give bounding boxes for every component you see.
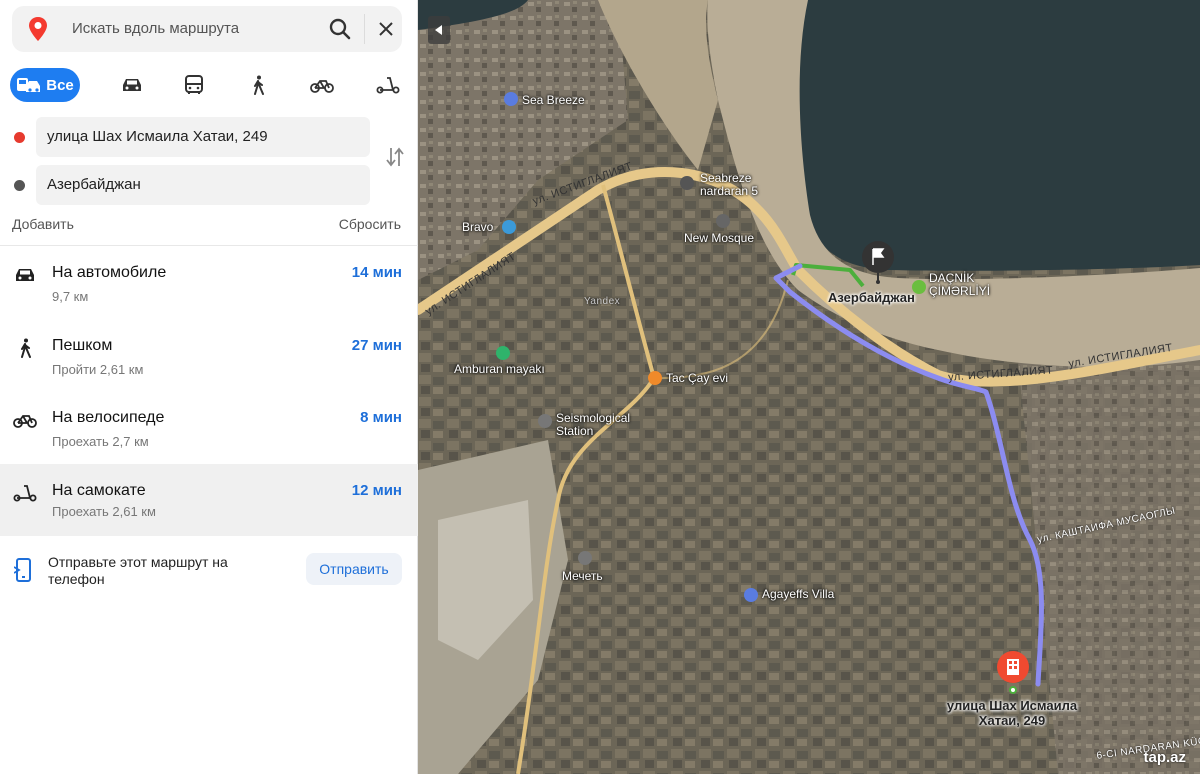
map-watermark-label: Yandex — [584, 296, 621, 307]
add-point-link[interactable]: Добавить — [12, 216, 74, 232]
route-time: 27 мин — [351, 337, 402, 354]
place-label: Agayeffs Villa — [762, 587, 835, 601]
route-time: 8 мин — [360, 409, 402, 426]
search-button[interactable] — [322, 14, 358, 44]
chevron-left-icon — [435, 25, 442, 35]
mode-all-tab[interactable]: Все — [10, 68, 80, 102]
origin-field[interactable]: улица Шах Исмаила Хатаи, 249 — [36, 117, 370, 157]
destination-label: Азербайджан — [828, 290, 915, 305]
mosque-marker-icon[interactable] — [716, 214, 730, 228]
bicycle-icon — [12, 409, 38, 431]
mode-transit-tab[interactable] — [180, 73, 208, 97]
map-pin-icon — [29, 17, 47, 41]
phone-icon — [14, 558, 31, 582]
route-panel: Искать вдоль маршрута Все улица Шах Исма… — [0, 0, 418, 774]
route-time: 14 мин — [351, 264, 402, 281]
route-name: Пешком — [52, 337, 113, 354]
mode-scooter-tab[interactable] — [374, 73, 402, 97]
close-button[interactable] — [370, 14, 402, 44]
origin-label: улица Шах Исмаила Хатаи, 249 — [946, 698, 1078, 728]
search-input[interactable]: Искать вдоль маршрута — [72, 20, 239, 37]
scooter-icon — [12, 482, 38, 504]
hotel-marker-icon[interactable] — [744, 588, 758, 602]
place-label: Мечеть — [562, 569, 603, 583]
building-marker-icon[interactable] — [538, 414, 552, 428]
lighthouse-marker-icon[interactable] — [496, 346, 510, 360]
destination-flag-icon[interactable] — [861, 240, 895, 284]
send-to-phone-text: Отправьте этот маршрут на телефон — [48, 554, 228, 587]
origin-dot — [14, 132, 25, 143]
mode-car-tab[interactable] — [118, 73, 146, 97]
mode-walk-tab[interactable] — [244, 73, 272, 97]
collapse-panel-button[interactable] — [428, 16, 450, 44]
scooter-icon — [376, 77, 400, 94]
mode-bicycle-tab[interactable] — [308, 73, 336, 97]
route-time: 12 мин — [351, 482, 402, 499]
mosque-marker-icon[interactable] — [578, 551, 592, 565]
building-marker-icon[interactable] — [680, 176, 694, 190]
mode-all-label: Все — [46, 76, 74, 94]
cafe-marker-icon[interactable] — [648, 371, 662, 385]
place-label: Seabreze nardaran 5 — [700, 171, 759, 198]
route-option-scooter[interactable]: На самокате Проехать 2,61 км 12 мин — [0, 464, 418, 536]
watermark: tap.az — [1143, 749, 1186, 766]
reset-link[interactable]: Сбросить — [339, 216, 401, 232]
hotel-marker-icon[interactable] — [504, 92, 518, 106]
pedestrian-icon — [254, 75, 264, 95]
route-detail: Пройти 2,61 км — [52, 362, 144, 377]
place-label: DAÇNİK ÇİMƏRLİYİ — [929, 271, 991, 298]
transport-mode-tabs: Все — [10, 68, 410, 104]
place-label: Sea Breeze — [522, 93, 585, 107]
destination-dot — [14, 180, 25, 191]
route-name: На самокате — [52, 482, 146, 499]
route-detail: Проехать 2,7 км — [52, 434, 149, 449]
search-icon — [329, 18, 351, 40]
car-icon — [123, 79, 141, 91]
route-name: На велосипеде — [52, 409, 165, 426]
route-option-bicycle[interactable]: На велосипеде Проехать 2,7 км 8 мин — [0, 399, 418, 471]
route-search-bar: Искать вдоль маршрута — [12, 6, 402, 52]
route-detail: 9,7 км — [52, 289, 89, 304]
map-canvas — [418, 0, 1200, 774]
satellite-map[interactable]: Sea Breeze Seabreze nardaran 5 Bravo New… — [418, 0, 1200, 774]
car-icon — [12, 264, 38, 286]
place-label: Bravo — [462, 220, 494, 234]
route-name: На автомобиле — [52, 264, 167, 281]
route-option-car[interactable]: На автомобиле 9,7 км 14 мин — [0, 254, 418, 326]
store-marker-icon[interactable] — [502, 220, 516, 234]
swap-icon[interactable] — [384, 144, 406, 170]
divider — [0, 245, 418, 246]
place-label: Seismological Station — [556, 411, 631, 438]
place-label: New Mosque — [684, 231, 755, 245]
place-label: Tac Çay evi — [666, 371, 729, 385]
route-option-walk[interactable]: Пешком Пройти 2,61 км 27 мин — [0, 327, 418, 399]
search-divider — [364, 14, 365, 44]
pedestrian-icon — [12, 337, 38, 359]
bicycle-icon — [310, 80, 334, 93]
bus-icon — [185, 75, 203, 94]
send-button[interactable]: Отправить — [306, 553, 402, 585]
place-label: Amburan mayakı — [454, 362, 545, 376]
origin-building-icon[interactable] — [996, 650, 1030, 694]
close-icon — [379, 22, 393, 36]
route-detail: Проехать 2,61 км — [52, 504, 156, 519]
destination-field[interactable]: Азербайджан — [36, 165, 370, 205]
send-to-phone: Отправьте этот маршрут на телефон Отправ… — [0, 548, 418, 604]
multimodal-icon — [17, 78, 41, 92]
